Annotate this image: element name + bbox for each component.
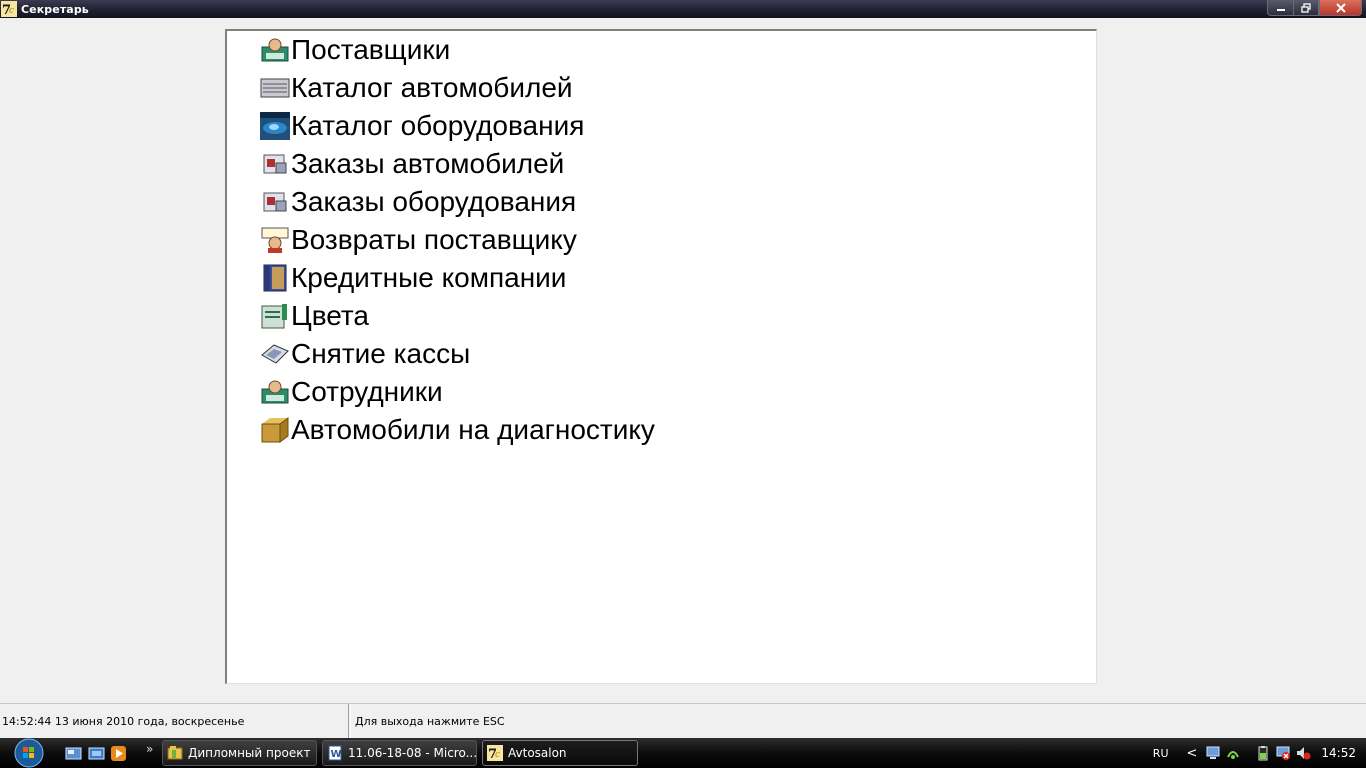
suppliers-icon: [259, 36, 291, 64]
menu-item-label: Поставщики: [291, 34, 451, 65]
menu-item-label: Сотрудники: [291, 376, 443, 407]
window-titlebar[interactable]: 7 c Секретарь: [0, 0, 1366, 18]
task-button-label: Дипломный проект: [188, 746, 311, 760]
task-button-word-document[interactable]: W 11.06-18-08 - Micro...: [322, 740, 477, 766]
menu-item-supplier-returns[interactable]: Возвраты поставщику: [259, 222, 577, 258]
menu-item-label: Каталог автомобилей: [291, 72, 573, 103]
menu-item-employees[interactable]: Сотрудники: [259, 374, 443, 410]
menu-item-label: Заказы автомобилей: [291, 148, 565, 179]
switch-windows-icon[interactable]: [88, 745, 105, 762]
status-datetime: 14:52:44 13 июня 2010 года, воскресенье: [0, 704, 349, 738]
restore-icon: [1301, 2, 1311, 13]
app-logo-icon: 7 c: [1, 1, 17, 17]
app-logo-icon: 7 c: [487, 745, 503, 761]
volume-muted-icon[interactable]: [1295, 745, 1311, 761]
cash-register-icon: [259, 340, 291, 368]
minimize-button[interactable]: [1267, 0, 1293, 16]
menu-item-label: Цвета: [291, 300, 369, 331]
task-button-label: 11.06-18-08 - Micro...: [348, 746, 477, 760]
diagnostics-box-icon: [259, 416, 291, 444]
equipment-catalog-icon: [259, 112, 291, 140]
word-document-icon: W: [328, 745, 342, 761]
system-tray: RU < 14:52: [1153, 738, 1366, 768]
menu-item-diagnostics[interactable]: Автомобили на диагностику: [259, 412, 655, 448]
menu-item-label: Снятие кассы: [291, 338, 471, 369]
media-player-icon[interactable]: [110, 745, 127, 762]
menu-item-car-catalog[interactable]: Каталог автомобилей: [259, 70, 573, 106]
equipment-orders-icon: [259, 188, 291, 216]
menu-item-label: Каталог оборудования: [291, 110, 585, 141]
start-button[interactable]: [8, 738, 50, 768]
car-catalog-icon: [259, 74, 291, 102]
menu-item-label: Кредитные компании: [291, 262, 567, 293]
status-bar: 14:52:44 13 июня 2010 года, воскресенье …: [0, 703, 1366, 738]
battery-icon[interactable]: [1255, 745, 1271, 761]
svg-text:W: W: [331, 749, 342, 760]
restore-button[interactable]: [1293, 0, 1319, 16]
language-indicator[interactable]: RU: [1153, 747, 1169, 760]
window-title: Секретарь: [21, 2, 89, 16]
status-hint: Для выхода нажмите ESC: [350, 704, 1366, 738]
taskbar: » Дипломный проект W 11.06-18-08 - Micro…: [0, 738, 1366, 768]
wireless-icon[interactable]: [1225, 745, 1241, 761]
network-disconnected-icon[interactable]: [1275, 745, 1291, 761]
colors-icon: [259, 302, 291, 330]
menu-item-colors[interactable]: Цвета: [259, 298, 369, 334]
folder-icon: [167, 746, 183, 760]
menu-item-suppliers[interactable]: Поставщики: [259, 32, 450, 68]
tray-clock[interactable]: 14:52: [1321, 746, 1356, 760]
menu-item-car-orders[interactable]: Заказы автомобилей: [259, 146, 564, 182]
windows-start-icon: [14, 738, 44, 768]
credit-companies-icon: [259, 264, 291, 292]
svg-text:c: c: [495, 750, 500, 760]
menu-item-equipment-catalog[interactable]: Каталог оборудования: [259, 108, 584, 144]
task-button-label: Avtosalon: [508, 746, 567, 760]
window-controls: [1267, 0, 1362, 16]
task-button-avtosalon[interactable]: 7 c Avtosalon: [482, 740, 638, 766]
main-menu-panel: Поставщики Каталог автомобилей Каталог о…: [225, 29, 1097, 684]
quick-launch-chevron[interactable]: »: [146, 742, 153, 756]
svg-text:c: c: [9, 6, 14, 16]
task-button-diploma-project[interactable]: Дипломный проект: [162, 740, 317, 766]
menu-item-label: Возвраты поставщику: [291, 224, 577, 255]
supplier-returns-icon: [259, 226, 291, 254]
menu-item-credit-companies[interactable]: Кредитные компании: [259, 260, 566, 296]
network-icon[interactable]: [1205, 745, 1221, 761]
minimize-icon: [1276, 8, 1285, 11]
tray-expand-button[interactable]: <: [1187, 746, 1198, 761]
show-desktop-icon[interactable]: [65, 745, 82, 762]
menu-item-label: Заказы оборудования: [291, 186, 577, 217]
close-button[interactable]: [1319, 0, 1362, 16]
car-orders-icon: [259, 150, 291, 178]
menu-item-label: Автомобили на диагностику: [291, 414, 655, 445]
menu-item-cash-register[interactable]: Снятие кассы: [259, 336, 470, 372]
menu-item-equipment-orders[interactable]: Заказы оборудования: [259, 184, 576, 220]
close-icon: [1335, 2, 1346, 13]
employees-icon: [259, 378, 291, 406]
